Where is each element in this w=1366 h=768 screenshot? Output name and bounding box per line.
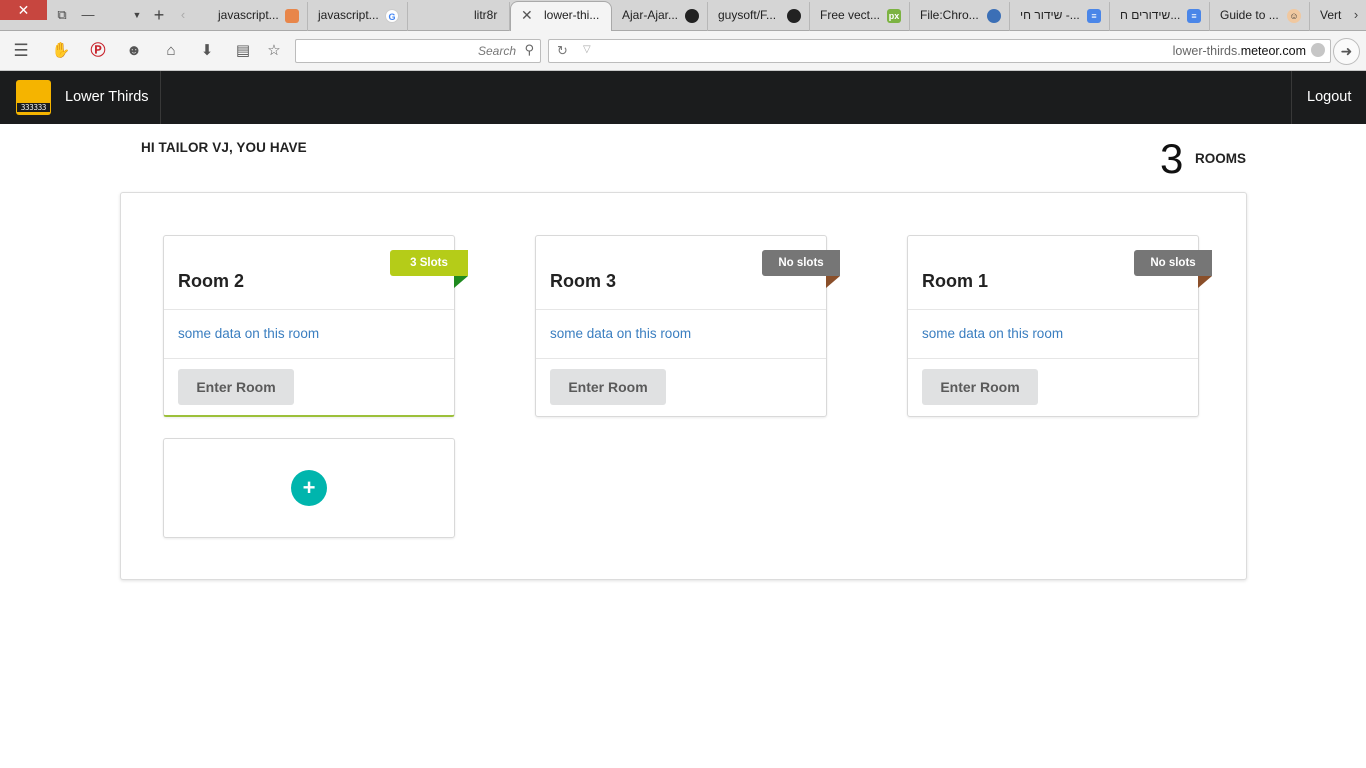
freepik-icon: px (887, 9, 901, 23)
room-title: Room 3 (550, 271, 617, 291)
go-arrow-icon[interactable]: ➜ (1333, 38, 1360, 65)
tab-label: שידור חי -... (1020, 8, 1080, 22)
app-title[interactable]: Lower Thirds (65, 89, 149, 105)
room-description-link[interactable]: some data on this room (178, 326, 319, 341)
tab-label: lower-thi... (544, 8, 600, 22)
window-close-icon[interactable]: ✕ (0, 0, 47, 20)
scroll-tabs-left-icon[interactable]: ‹ (176, 4, 190, 26)
card-divider (164, 358, 454, 359)
search-input[interactable]: Search ⚲ (295, 39, 541, 63)
header-divider (1291, 71, 1292, 124)
clipboard-icon[interactable]: ▤ (233, 41, 253, 61)
url-domain: meteor.com (1240, 44, 1306, 58)
browser-tab[interactable]: Vert (1310, 2, 1350, 31)
tab-label: Free vect... (820, 8, 881, 22)
room-card: 3 Slots Room 2 some data on this room En… (163, 235, 468, 417)
ribbon-fold (1198, 276, 1212, 288)
browser-tab[interactable]: javascript... G (308, 2, 408, 31)
browser-tab[interactable]: File:Chro... (910, 2, 1010, 31)
app-header: 333333 Lower Thirds Logout (0, 71, 1366, 124)
restore-window-icon[interactable]: ⧉ (54, 4, 70, 26)
add-room-button[interactable]: + (291, 470, 327, 506)
download-icon[interactable]: ⬇ (197, 41, 217, 61)
home-icon[interactable]: ⌂ (161, 41, 181, 61)
card-divider (536, 358, 826, 359)
google-icon: G (385, 9, 399, 23)
site-identity-icon[interactable] (1311, 43, 1325, 57)
tab-label: javascript... (318, 8, 379, 22)
logout-link[interactable]: Logout (1307, 89, 1351, 105)
browser-tab[interactable]: Free vect... px (810, 2, 910, 31)
rooms-panel: 3 Slots Room 2 some data on this room En… (120, 192, 1247, 580)
browser-tab[interactable]: guysoft/F... (708, 2, 810, 31)
room-title: Room 1 (922, 271, 989, 291)
slots-badge: 3 Slots (390, 250, 468, 276)
slots-badge: No slots (762, 250, 840, 276)
stackoverflow-icon (285, 9, 299, 23)
room-title: Room 2 (178, 271, 245, 291)
room-description-link[interactable]: some data on this room (550, 326, 691, 341)
room-count-label: ROOMS (1195, 151, 1247, 166)
browser-toolbar: ☰ ✋ Ⓟ ☻ ⌂ ⬇ ▤ ☆ Search ⚲ ↻ ▽ lower-third… (0, 31, 1366, 71)
room-description-link[interactable]: some data on this room (922, 326, 1063, 341)
enter-room-button[interactable]: Enter Room (178, 369, 294, 405)
browser-tab-strip: ✕ ⧉ — ▼ + ‹ javascript... javascript... … (0, 0, 1366, 32)
docs-icon: ≡ (1187, 9, 1201, 23)
add-room-card: + (163, 438, 455, 538)
ribbon-fold (826, 276, 840, 288)
browser-tab[interactable]: Guide to ... ☺ (1210, 2, 1310, 31)
tab-label: javascript... (218, 8, 279, 22)
browser-tab[interactable]: javascript... (208, 2, 308, 31)
browser-tab[interactable]: Ajar-Ajar... (612, 2, 708, 31)
ribbon-fold (454, 276, 468, 288)
browser-tab[interactable]: שידורים ח... ≡ (1110, 2, 1210, 31)
slots-badge: No slots (1134, 250, 1212, 276)
pinterest-icon[interactable]: Ⓟ (88, 41, 108, 61)
search-placeholder: Search (477, 44, 516, 58)
browser-tab[interactable]: litr8r (408, 2, 510, 31)
tab-label: שידורים ח... (1120, 8, 1181, 22)
room-card: No slots Room 3 some data on this room E… (535, 235, 840, 417)
avatar-face-icon: ☺ (1287, 9, 1301, 23)
menu-icon[interactable]: ☰ (11, 41, 31, 61)
app-logo[interactable]: 333333 (16, 80, 51, 115)
minimize-window-icon[interactable]: — (80, 4, 96, 26)
card-divider (908, 358, 1198, 359)
emoji-icon[interactable]: ☻ (124, 41, 144, 61)
tab-label: litr8r (474, 8, 498, 22)
tab-label: Vert (1320, 8, 1342, 22)
new-tab-icon[interactable]: + (150, 4, 168, 26)
card-divider (164, 309, 454, 310)
scroll-tabs-right-icon[interactable]: › (1350, 4, 1362, 26)
browser-tab-active[interactable]: ✕ lower-thi... (510, 1, 612, 32)
tab-label: Guide to ... (1220, 8, 1279, 22)
reload-icon[interactable]: ↻ (557, 43, 568, 59)
github-icon (787, 9, 801, 23)
address-bar[interactable]: ↻ ▽ lower-thirds.meteor.com (548, 39, 1331, 63)
chromium-icon (987, 9, 1001, 23)
bookmark-star-icon[interactable]: ☆ (264, 41, 284, 61)
card-divider (536, 309, 826, 310)
extension-icon[interactable]: ✋ (51, 41, 71, 61)
search-icon: ⚲ (524, 42, 534, 57)
close-tab-icon[interactable]: ✕ (521, 2, 533, 29)
github-icon (685, 9, 699, 23)
url-text: lower-thirds.meteor.com (1173, 44, 1306, 58)
url-prefix: lower-thirds. (1172, 44, 1241, 58)
browser-tab[interactable]: שידור חי -... ≡ (1010, 2, 1110, 31)
tab-list-dropdown-icon[interactable]: ▼ (130, 4, 144, 26)
enter-room-button[interactable]: Enter Room (922, 369, 1038, 405)
room-count-number: 3 (1160, 135, 1184, 182)
tab-label: File:Chro... (920, 8, 979, 22)
tab-label: Ajar-Ajar... (622, 8, 679, 22)
docs-icon: ≡ (1087, 9, 1101, 23)
history-dropdown-icon[interactable]: ▽ (583, 44, 591, 55)
enter-room-button[interactable]: Enter Room (550, 369, 666, 405)
card-divider (908, 309, 1198, 310)
room-card: No slots Room 1 some data on this room E… (907, 235, 1212, 417)
tab-label: guysoft/F... (718, 8, 777, 22)
greeting-text: HI TAILOR VJ, YOU HAVE (141, 140, 307, 155)
logo-text: 333333 (17, 103, 50, 112)
header-divider (160, 71, 161, 124)
